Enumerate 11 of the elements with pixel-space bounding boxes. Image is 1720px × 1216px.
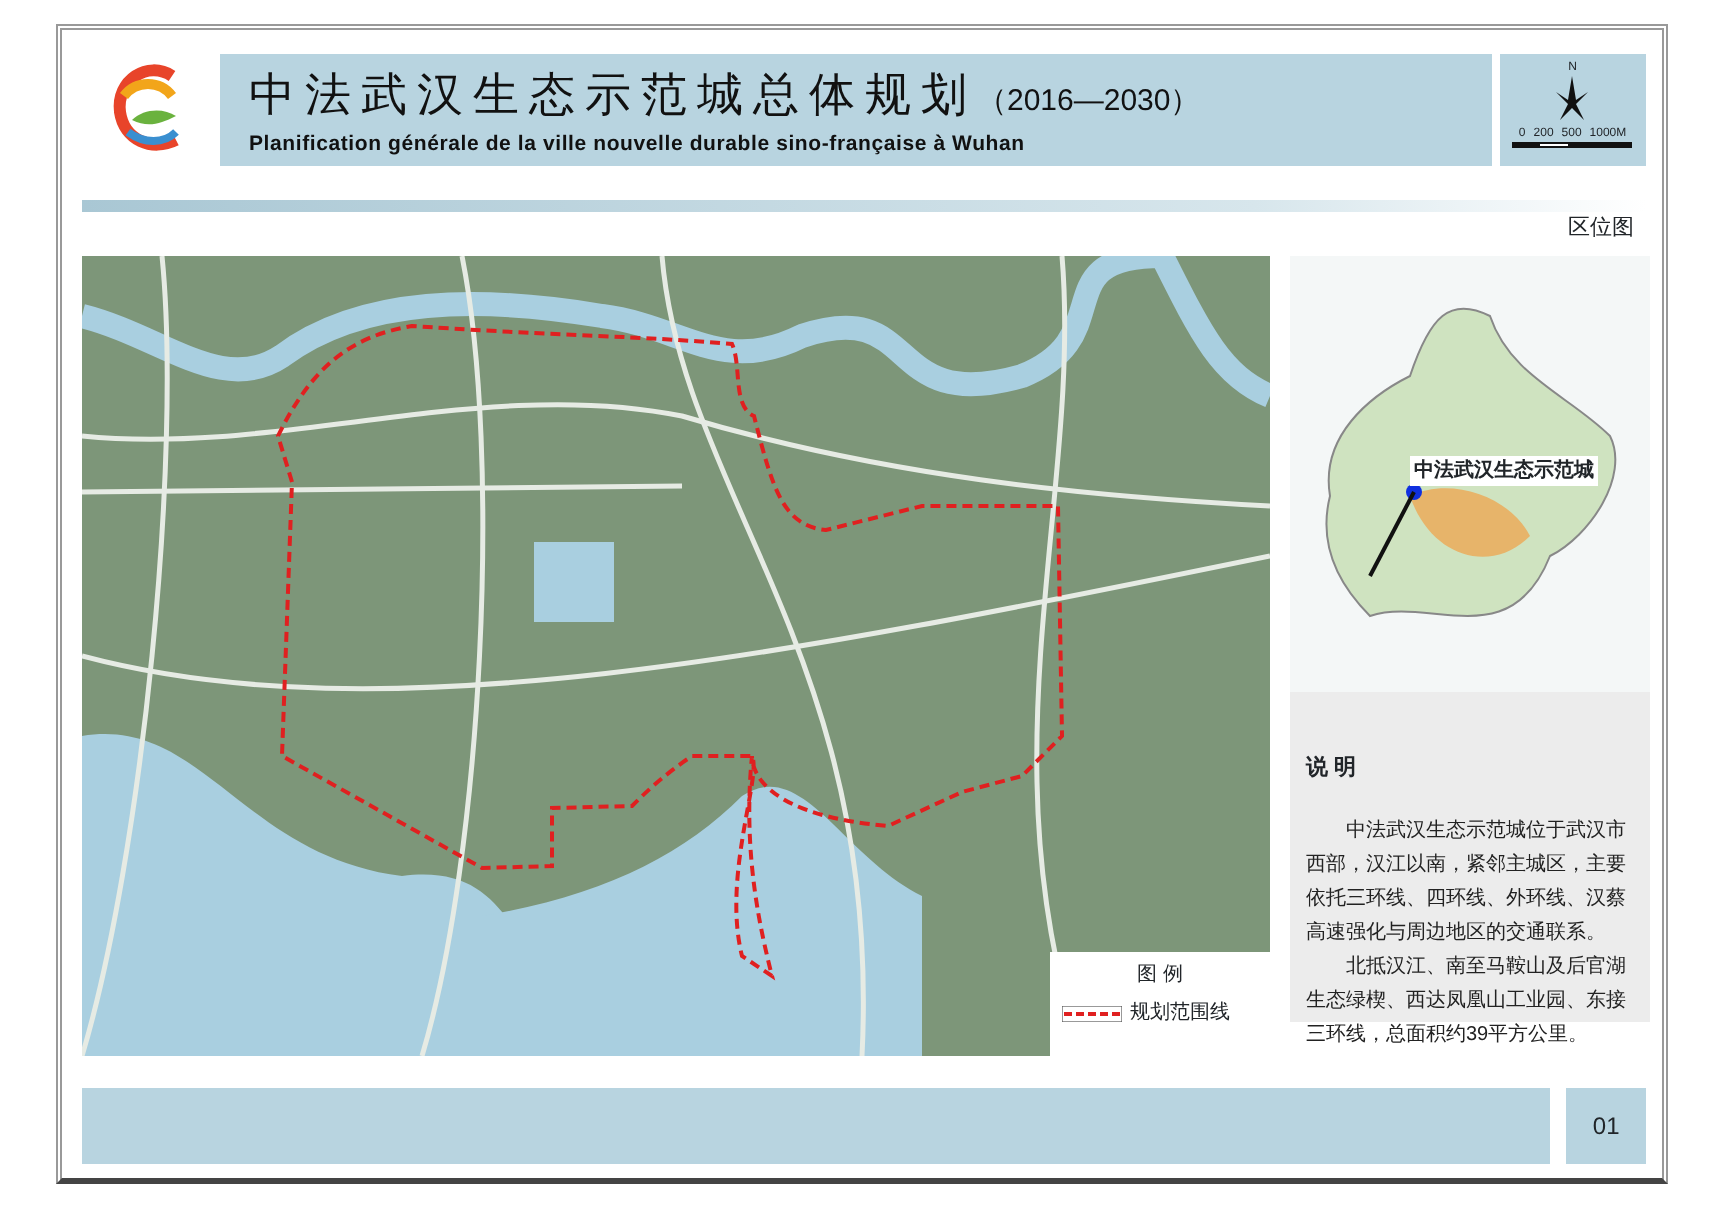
french-title: Planification générale de la ville nouvelle durable sino-française à Wuhan [248, 130, 1027, 160]
description-paragraph: 中法武汉生态示范城位于武汉市西部，汉江以南，紧邻主城区，主要依托三环线、四环线、外环线、汉蔡高速强化与周边地区的交通联系。 [1306, 817, 1628, 947]
callout-label: 中法武汉生态示范城 [1410, 456, 1598, 486]
description-heading: 说 明 [1306, 753, 1359, 784]
page-number: 01 [1592, 1110, 1620, 1144]
legend-title: 图 例 [1135, 962, 1185, 990]
section-label: 区位图 [1568, 216, 1634, 240]
description-paragraph: 北抵汉江、南至马鞍山及后官湖生态绿楔、西达凤凰山工业园、东接三环线，总面积约39平方公里。 [1306, 953, 1628, 1049]
chinese-title: 中法武汉生态示范城总体规划 [248, 66, 977, 122]
legend-label: 规划范围线 [1130, 999, 1230, 1028]
plan-years: （2016—2030） [976, 82, 1201, 122]
